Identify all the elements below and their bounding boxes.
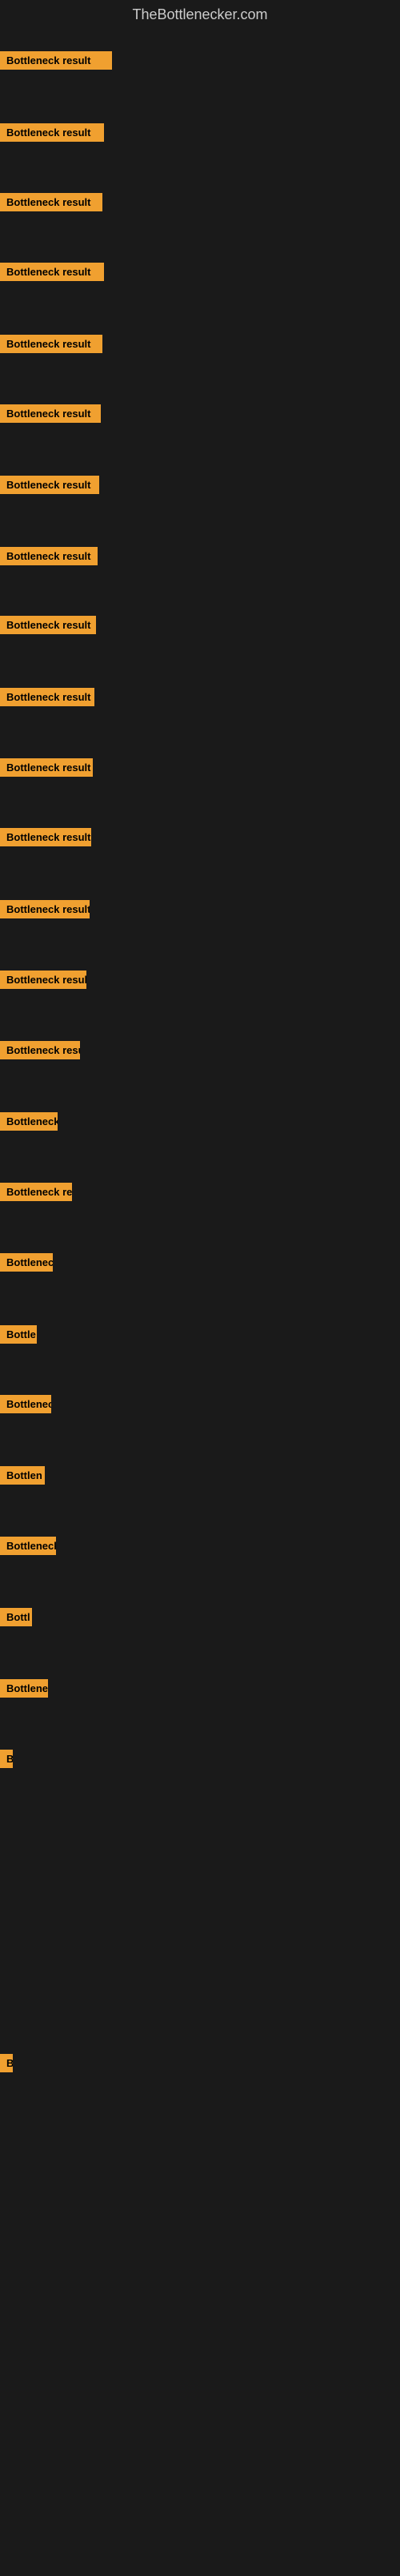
bottleneck-item: Bottleneck result (0, 123, 104, 142)
bottleneck-item: Bottleneck result (0, 335, 102, 353)
bottleneck-item: Bottlenec (0, 1395, 51, 1413)
bottleneck-item: Bottleneck result (0, 263, 104, 281)
bottleneck-item: Bottleneck result (0, 900, 90, 918)
bottleneck-item: Bottl (0, 1608, 32, 1626)
bottleneck-item: Bottlene (0, 1679, 48, 1698)
bottleneck-item: B (0, 2054, 13, 2072)
bottleneck-item: Bottlen (0, 1466, 45, 1485)
bottleneck-item: B (0, 1750, 13, 1768)
bottleneck-item: Bottleneck result (0, 476, 99, 494)
bottleneck-item: Bottleneck result (0, 193, 102, 211)
bottleneck-item: Bottleneck result (0, 547, 98, 565)
bottleneck-item: Bottleneck result (0, 758, 93, 777)
bottleneck-item: Bottleneck result (0, 688, 94, 706)
bottleneck-item: Bottleneck resu (0, 1041, 80, 1059)
bottleneck-item: Bottleneck result (0, 404, 101, 423)
bottleneck-item: Bottleneck (0, 1537, 56, 1555)
bottleneck-item: Bottleneck result (0, 971, 86, 989)
bottleneck-item: Bottleneck result (0, 51, 112, 70)
bottleneck-item: Bottleneck (0, 1112, 58, 1131)
bottleneck-item: Bottleneck re (0, 1183, 72, 1201)
bottleneck-item: Bottleneck result (0, 828, 91, 846)
bottleneck-item: Bottleneck result (0, 616, 96, 634)
bottleneck-item: Bottle (0, 1325, 37, 1344)
bottleneck-item: Bottlenec (0, 1253, 53, 1272)
site-title: TheBottlenecker.com (0, 0, 400, 30)
